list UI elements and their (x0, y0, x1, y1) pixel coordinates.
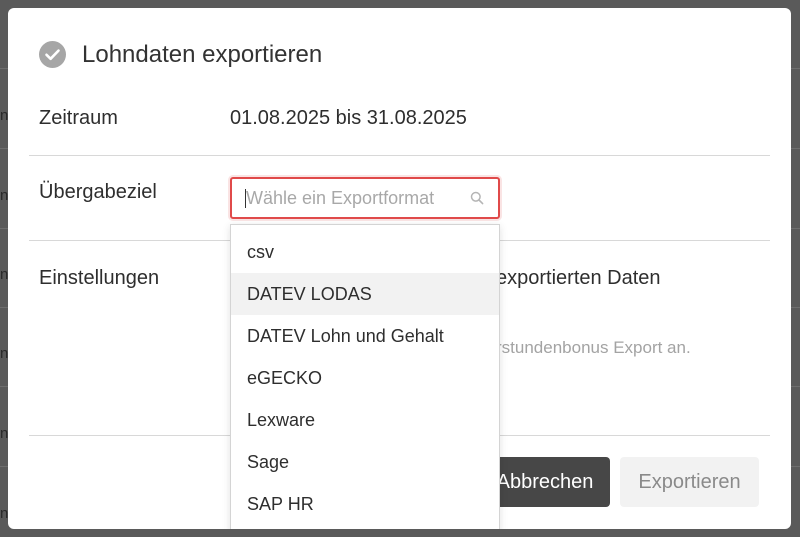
dropdown-option-sap-hr[interactable]: SAP HR (231, 483, 499, 525)
settings-option-hint: rstundenbonus Export an. (496, 338, 691, 357)
dropdown-option-datev-lohn-und-gehalt[interactable]: DATEV Lohn und Gehalt (231, 315, 499, 357)
backdrop-glyph: n (0, 346, 8, 362)
check-circle-icon (39, 41, 66, 68)
backdrop-glyph: n (0, 426, 8, 442)
target-label: Übergabeziel (39, 181, 157, 203)
dropdown-option-egecko[interactable]: eGECKO (231, 357, 499, 399)
backdrop-glyph: n (0, 506, 8, 522)
dropdown-option-csv[interactable]: csv (231, 231, 499, 273)
dropdown-option-lexware[interactable]: Lexware (231, 399, 499, 441)
search-icon (470, 191, 484, 205)
export-format-select[interactable] (230, 177, 500, 219)
period-value: 01.08.2025 bis 31.08.2025 (230, 107, 467, 129)
export-format-dropdown: csv DATEV LODAS DATEV Lohn und Gehalt eG… (230, 224, 500, 529)
dialog-header: Lohndaten exportieren (8, 8, 791, 98)
export-format-input[interactable] (246, 179, 466, 217)
period-label: Zeitraum (39, 107, 118, 129)
backdrop-glyph: n (0, 267, 8, 283)
dropdown-option-datev-lodas[interactable]: DATEV LODAS (231, 273, 499, 315)
divider (29, 155, 770, 156)
dialog-title: Lohndaten exportieren (82, 41, 323, 68)
settings-option-text: exportierten Daten (496, 267, 661, 289)
export-button[interactable]: Exportieren (620, 457, 759, 507)
settings-label: Einstellungen (39, 267, 160, 289)
dropdown-option-sage[interactable]: Sage (231, 441, 499, 483)
export-dialog: Lohndaten exportieren Zeitraum 01.08.202… (8, 8, 791, 529)
backdrop-glyph: n (0, 108, 8, 124)
backdrop-glyph: n (0, 188, 8, 204)
